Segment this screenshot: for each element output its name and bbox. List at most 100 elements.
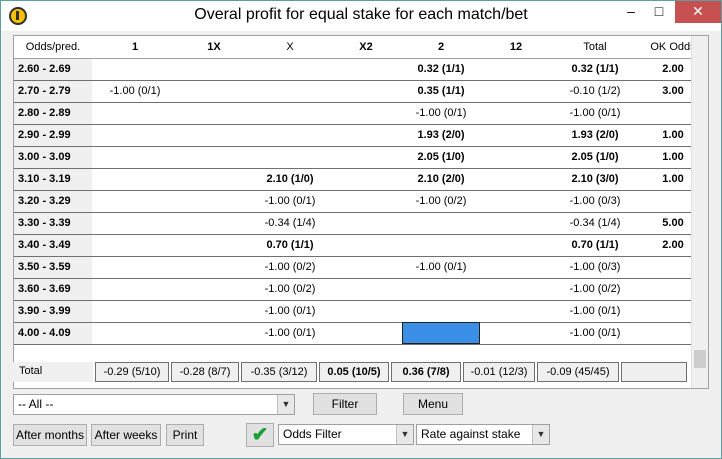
cell-x[interactable]	[250, 102, 330, 125]
cell-total[interactable]: 1.93 (2/0)	[552, 124, 638, 147]
cell-1[interactable]: -1.00 (0/1)	[92, 80, 178, 103]
cell-x[interactable]	[250, 124, 330, 147]
table-row[interactable]: 2.60 - 2.69 0.32 (1/1) 0.32 (1/1) 2.00	[14, 58, 708, 81]
cell-x2[interactable]	[330, 234, 402, 257]
cell-total[interactable]: -1.00 (0/2)	[552, 278, 638, 301]
row-label-odds-range[interactable]: 3.40 - 3.49	[14, 234, 92, 257]
cell-total[interactable]: -1.00 (0/1)	[552, 322, 638, 345]
cell-x[interactable]: -1.00 (0/2)	[250, 278, 330, 301]
menu-button[interactable]: Menu	[403, 393, 463, 415]
cell-x2[interactable]	[330, 212, 402, 235]
table-row[interactable]: 4.00 - 4.09 -1.00 (0/1) -1.00 (0/1)	[14, 322, 708, 345]
row-label-odds-range[interactable]: 2.80 - 2.89	[14, 102, 92, 125]
after-months-button[interactable]: After months	[13, 424, 87, 446]
cell-x2[interactable]	[330, 300, 402, 323]
vertical-scrollbar[interactable]	[691, 36, 708, 388]
cell-12[interactable]	[480, 168, 552, 191]
cell-1[interactable]	[92, 256, 178, 279]
cell-1[interactable]	[92, 168, 178, 191]
cell-1x[interactable]	[178, 124, 250, 147]
table-row[interactable]: 3.30 - 3.39 -0.34 (1/4) -0.34 (1/4) 5.00	[14, 212, 708, 235]
table-row[interactable]: 2.80 - 2.89 -1.00 (0/1) -1.00 (0/1)	[14, 102, 708, 125]
cell-x[interactable]: 0.70 (1/1)	[250, 234, 330, 257]
cell-1[interactable]	[92, 322, 178, 345]
cell-1x[interactable]	[178, 234, 250, 257]
print-button[interactable]: Print	[166, 424, 204, 446]
cell-x[interactable]: -0.34 (1/4)	[250, 212, 330, 235]
cell-x2[interactable]	[330, 168, 402, 191]
cell-x2[interactable]	[330, 80, 402, 103]
cell-x2[interactable]	[330, 190, 402, 213]
cell-total[interactable]: -1.00 (0/3)	[552, 256, 638, 279]
cell-2[interactable]: 2.10 (2/0)	[402, 168, 480, 191]
row-label-odds-range[interactable]: 3.10 - 3.19	[14, 168, 92, 191]
header-1x[interactable]: 1X	[178, 36, 250, 59]
cell-total[interactable]: 2.05 (1/0)	[552, 146, 638, 169]
table-row[interactable]: 3.20 - 3.29 -1.00 (0/1) -1.00 (0/2) -1.00 (…	[14, 190, 708, 213]
table-row[interactable]: 3.90 - 3.99 -1.00 (0/1) -1.00 (0/1)	[14, 300, 708, 323]
cell-total[interactable]: -0.34 (1/4)	[552, 212, 638, 235]
row-label-odds-range[interactable]: 3.00 - 3.09	[14, 146, 92, 169]
table-row[interactable]: 3.10 - 3.19 2.10 (1/0) 2.10 (2/0) 2.10 (3/0…	[14, 168, 708, 191]
cell-1x[interactable]	[178, 300, 250, 323]
cell-1[interactable]	[92, 190, 178, 213]
cell-x[interactable]	[250, 58, 330, 81]
cell-1x[interactable]	[178, 256, 250, 279]
header-1[interactable]: 1	[92, 36, 178, 59]
cell-2[interactable]	[402, 300, 480, 323]
cell-12[interactable]	[480, 322, 552, 345]
cell-x[interactable]: -1.00 (0/1)	[250, 190, 330, 213]
cell-1[interactable]	[92, 102, 178, 125]
cell-1[interactable]	[92, 212, 178, 235]
cell-1x[interactable]	[178, 102, 250, 125]
cell-1[interactable]	[92, 146, 178, 169]
cell-12[interactable]	[480, 212, 552, 235]
row-label-odds-range[interactable]: 3.60 - 3.69	[14, 278, 92, 301]
cell-total[interactable]: 0.32 (1/1)	[552, 58, 638, 81]
table-row[interactable]: 3.40 - 3.49 0.70 (1/1) 0.70 (1/1) 2.00	[14, 234, 708, 257]
cell-x2[interactable]	[330, 278, 402, 301]
apply-check-button[interactable]: ✔	[246, 423, 274, 447]
cell-12[interactable]	[480, 102, 552, 125]
cell-x[interactable]: -1.00 (0/1)	[250, 322, 330, 345]
cell-1x[interactable]	[178, 58, 250, 81]
cell-1x[interactable]	[178, 212, 250, 235]
cell-1[interactable]	[92, 58, 178, 81]
row-label-odds-range[interactable]: 3.90 - 3.99	[14, 300, 92, 323]
cell-1x[interactable]	[178, 80, 250, 103]
cell-x2[interactable]	[330, 146, 402, 169]
row-label-odds-range[interactable]: 2.70 - 2.79	[14, 80, 92, 103]
odds-filter-select[interactable]: Odds Filter ▼	[278, 424, 414, 445]
filter-button[interactable]: Filter	[313, 393, 377, 415]
cell-12[interactable]	[480, 146, 552, 169]
cell-1x[interactable]	[178, 322, 250, 345]
cell-2[interactable]: 0.32 (1/1)	[402, 58, 480, 81]
cell-x2[interactable]	[330, 102, 402, 125]
table-row[interactable]: 2.70 - 2.79 -1.00 (0/1) 0.35 (1/1) -0.10 (1…	[14, 80, 708, 103]
cell-2[interactable]: 1.93 (2/0)	[402, 124, 480, 147]
header-total[interactable]: Total	[552, 36, 638, 59]
close-button[interactable]: ✕	[675, 1, 721, 23]
header-x[interactable]: X	[250, 36, 330, 59]
row-label-odds-range[interactable]: 2.90 - 2.99	[14, 124, 92, 147]
cell-2[interactable]	[402, 278, 480, 301]
rate-select[interactable]: Rate against stake ▼	[416, 424, 550, 445]
cell-x2[interactable]	[330, 256, 402, 279]
minimize-button[interactable]: –	[617, 1, 645, 23]
cell-12[interactable]	[480, 80, 552, 103]
cell-x[interactable]	[250, 80, 330, 103]
cell-2[interactable]: -1.00 (0/2)	[402, 190, 480, 213]
cell-2[interactable]	[402, 322, 480, 345]
cell-2[interactable]: -1.00 (0/1)	[402, 102, 480, 125]
cell-1x[interactable]	[178, 190, 250, 213]
header-x2[interactable]: X2	[330, 36, 402, 59]
maximize-button[interactable]: □	[645, 1, 673, 23]
cell-1[interactable]	[92, 234, 178, 257]
row-label-odds-range[interactable]: 3.20 - 3.29	[14, 190, 92, 213]
cell-x[interactable]: 2.10 (1/0)	[250, 168, 330, 191]
header-12[interactable]: 12	[480, 36, 552, 59]
cell-2[interactable]	[402, 212, 480, 235]
cell-total[interactable]: -1.00 (0/1)	[552, 102, 638, 125]
cell-x2[interactable]	[330, 124, 402, 147]
cell-total[interactable]: -1.00 (0/1)	[552, 300, 638, 323]
